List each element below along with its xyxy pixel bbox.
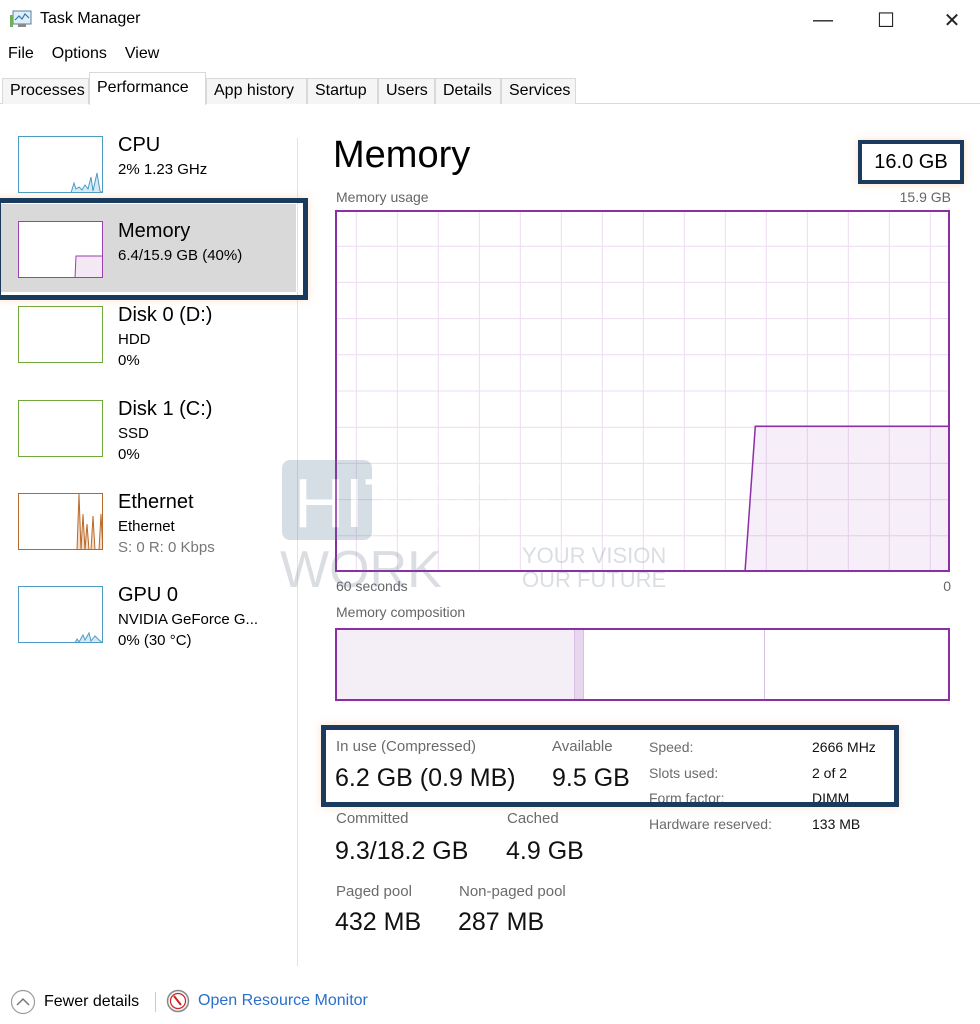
- disk0-type: HDD: [118, 331, 151, 348]
- disk0-label: Disk 0 (D:): [118, 304, 213, 326]
- minimize-button[interactable]: —: [803, 6, 843, 34]
- close-button[interactable]: ✕: [932, 6, 972, 34]
- footer-bar: Fewer details Open Resource Monitor: [0, 985, 980, 1021]
- menu-file[interactable]: File: [0, 42, 44, 68]
- composition-segment-in-use[interactable]: [337, 630, 576, 699]
- available-label: Available: [552, 738, 613, 755]
- disk1-thumbnail-graph: [18, 400, 103, 457]
- disk1-label: Disk 1 (C:): [118, 398, 213, 420]
- menu-options[interactable]: Options: [44, 42, 117, 68]
- in-use-value: 6.2 GB (0.9 MB): [335, 764, 516, 792]
- sidebar-item-memory[interactable]: Memory 6.4/15.9 GB (40%): [0, 204, 296, 292]
- footer-divider: [155, 992, 156, 1012]
- available-value: 9.5 GB: [552, 764, 630, 792]
- cpu-thumbnail-graph: [18, 136, 103, 193]
- chevron-up-icon: [10, 989, 36, 1015]
- sidebar-item-disk0[interactable]: Disk 0 (D:) HDD 0%: [0, 298, 296, 386]
- resource-monitor-icon: [166, 989, 190, 1013]
- close-icon: ✕: [943, 9, 961, 32]
- cached-value: 4.9 GB: [506, 837, 584, 865]
- disk1-usage: 0%: [118, 446, 140, 463]
- memory-usage: 6.4/15.9 GB (40%): [118, 247, 243, 264]
- cpu-usage: 2% 1.23 GHz: [118, 161, 208, 178]
- paged-pool-value: 432 MB: [335, 908, 422, 936]
- open-resource-monitor-label: Open Resource Monitor: [198, 992, 368, 1009]
- fewer-details-label: Fewer details: [44, 993, 140, 1010]
- minimize-icon: —: [813, 8, 833, 31]
- composition-segment-free[interactable]: [764, 630, 948, 699]
- sidebar-item-disk1[interactable]: Disk 1 (C:) SSD 0%: [0, 392, 296, 480]
- gpu0-usage: 0% (30 °C): [118, 632, 192, 649]
- maximize-button[interactable]: ☐: [866, 6, 906, 34]
- speed-value: 2666 MHz: [812, 739, 876, 755]
- menu-view[interactable]: View: [117, 42, 169, 68]
- form-factor-label: Form factor:: [649, 790, 725, 806]
- slots-used-value: 2 of 2: [812, 765, 848, 781]
- task-manager-icon: [10, 10, 32, 27]
- slots-used-label: Slots used:: [649, 765, 719, 781]
- hardware-reserved-value: 133 MB: [812, 816, 861, 832]
- hardware-reserved-label: Hardware reserved:: [649, 816, 772, 832]
- gpu0-label: GPU 0: [118, 584, 179, 606]
- tab-bar: Processes Performance App history Startu…: [0, 72, 980, 105]
- tab-startup[interactable]: Startup: [307, 78, 378, 104]
- disk0-thumbnail-graph: [18, 306, 103, 363]
- memory-composition-label: Memory composition: [336, 604, 466, 620]
- window-title: Task Manager: [40, 10, 141, 27]
- ethernet-adapter: Ethernet: [118, 518, 175, 535]
- composition-segment-standby[interactable]: [584, 630, 765, 699]
- sidebar-item-cpu[interactable]: CPU 2% 1.23 GHz: [0, 128, 296, 216]
- non-paged-pool-label: Non-paged pool: [459, 883, 566, 900]
- memory-usage-chart: [335, 210, 950, 572]
- memory-label: Memory: [118, 220, 191, 242]
- maximize-icon: ☐: [877, 9, 895, 32]
- gpu0-thumbnail-graph: [18, 586, 103, 643]
- page-title: Memory: [333, 134, 471, 176]
- sidebar-item-gpu0[interactable]: GPU 0 NVIDIA GeForce G... 0% (30 °C): [0, 578, 296, 666]
- open-resource-monitor-link[interactable]: Open Resource Monitor: [166, 989, 368, 1013]
- tab-performance[interactable]: Performance: [89, 72, 206, 105]
- ethernet-label: Ethernet: [118, 491, 194, 513]
- memory-thumbnail-graph: [18, 221, 103, 278]
- gpu0-model: NVIDIA GeForce G...: [118, 611, 259, 628]
- composition-segment-modified[interactable]: [575, 630, 585, 699]
- sidebar-item-ethernet[interactable]: Ethernet Ethernet S: 0 R: 0 Kbps: [0, 485, 296, 573]
- fewer-details-button[interactable]: Fewer details: [10, 989, 139, 1015]
- disk0-usage: 0%: [118, 352, 140, 369]
- title-bar: Task Manager — ☐ ✕: [0, 0, 980, 40]
- in-use-label: In use (Compressed): [336, 738, 477, 755]
- memory-composition-bar: [335, 628, 950, 701]
- menu-bar: File Options View: [0, 42, 169, 68]
- time-axis-start: 60 seconds: [336, 578, 408, 594]
- committed-label: Committed: [336, 810, 409, 827]
- non-paged-pool-value: 287 MB: [458, 908, 545, 936]
- memory-usage-max: 15.9 GB: [899, 189, 951, 205]
- time-axis-end: 0: [943, 578, 951, 594]
- disk1-type: SSD: [118, 425, 149, 442]
- panel-divider[interactable]: [297, 138, 298, 966]
- ethernet-throughput: S: 0 R: 0 Kbps: [118, 539, 215, 556]
- tab-processes[interactable]: Processes: [2, 78, 89, 104]
- form-factor-value: DIMM: [812, 790, 850, 806]
- ethernet-thumbnail-graph: [18, 493, 103, 550]
- tab-users[interactable]: Users: [378, 78, 435, 104]
- tab-details[interactable]: Details: [435, 78, 501, 104]
- speed-label: Speed:: [649, 739, 694, 755]
- tab-services[interactable]: Services: [501, 78, 576, 104]
- cpu-label: CPU: [118, 134, 161, 156]
- cached-label: Cached: [507, 810, 559, 827]
- tab-app-history[interactable]: App history: [206, 78, 307, 104]
- committed-value: 9.3/18.2 GB: [335, 837, 469, 865]
- paged-pool-label: Paged pool: [336, 883, 412, 900]
- memory-usage-label: Memory usage: [336, 189, 429, 205]
- total-memory-badge: 16.0 GB: [858, 140, 964, 184]
